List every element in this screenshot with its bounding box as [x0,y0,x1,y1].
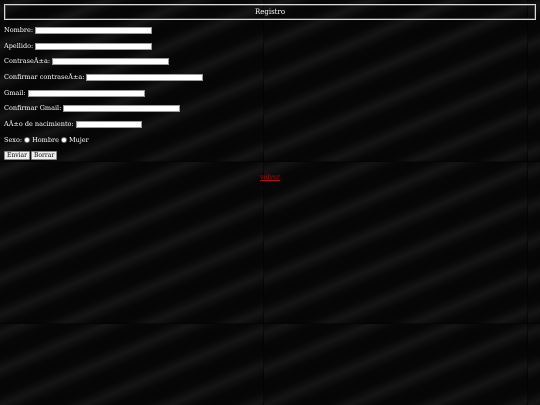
confirm-password-label: Confirmar contraseÃ±a: [4,73,85,81]
sexo-row: Sexo: Hombre Mujer [4,135,89,145]
password-row: ContraseÃ±a: [4,56,170,66]
confirm-password-row: Confirmar contraseÃ±a: [4,72,204,82]
gmail-row: Gmail: [4,88,145,98]
radio-hombre-label: Hombre [32,136,59,144]
radio-hombre[interactable] [24,137,31,143]
nombre-label: Nombre: [4,26,34,34]
enviar-button[interactable]: Enviar [4,150,30,160]
volver-container: volver [0,173,540,181]
apellido-row: Apellido: [4,41,153,51]
sexo-label: Sexo: [4,136,23,144]
confirm-password-input[interactable] [86,73,204,81]
radio-mujer[interactable] [60,137,67,143]
nombre-row: Nombre: [4,25,153,35]
birth-year-row: AÃ±o de nacimiento: [4,119,142,129]
page-title: Registro [254,8,286,16]
apellido-label: Apellido: [4,42,34,50]
birth-year-label: AÃ±o de nacimiento: [4,120,74,128]
confirm-gmail-label: Confirmar Gmail: [4,104,62,112]
gmail-label: Gmail: [4,89,26,97]
page-title-bar: Registro [4,4,536,20]
password-label: ContraseÃ±a: [4,57,51,65]
volver-link[interactable]: volver [260,173,280,181]
nombre-input[interactable] [35,26,153,34]
borrar-button[interactable]: Borrar [31,150,58,160]
radio-mujer-label: Mujer [68,136,89,144]
confirm-gmail-row: Confirmar Gmail: [4,103,181,113]
gmail-input[interactable] [27,89,145,97]
buttons-row: Enviar Borrar [4,150,58,160]
birth-year-input[interactable] [75,120,142,128]
apellido-input[interactable] [35,42,153,50]
confirm-gmail-input[interactable] [63,104,181,112]
password-input[interactable] [52,57,170,65]
